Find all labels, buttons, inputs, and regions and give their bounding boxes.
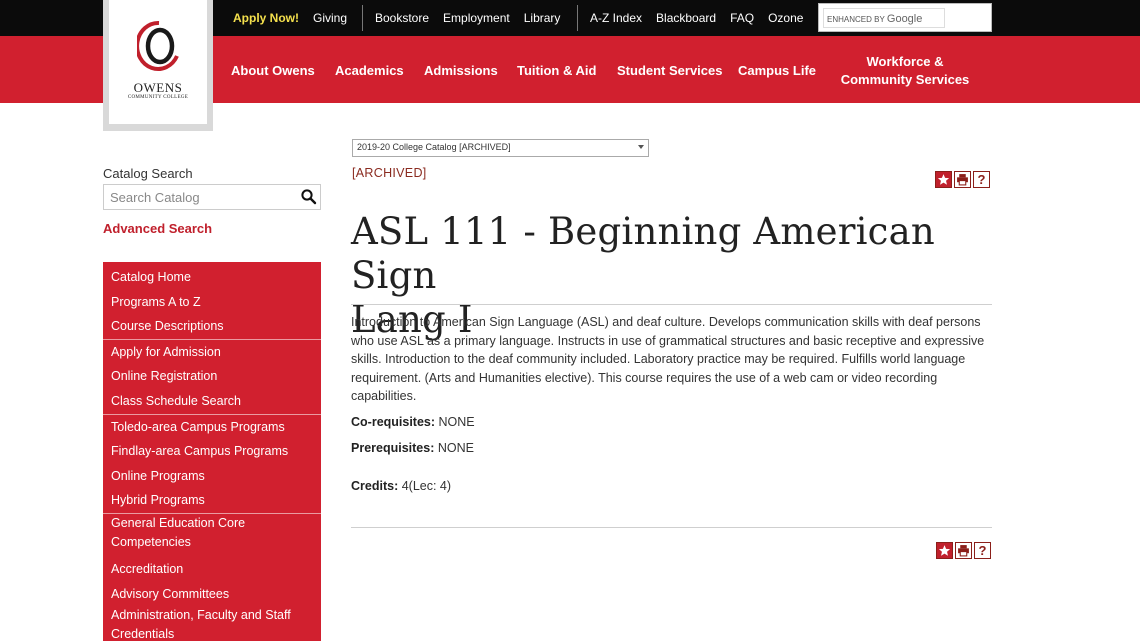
credits: Credits: 4(Lec: 4): [351, 479, 451, 493]
nav-workforce[interactable]: Workforce & Community Services: [840, 53, 970, 89]
prerequisites: Prerequisites: NONE: [351, 441, 474, 455]
nav-student-services[interactable]: Student Services: [617, 63, 723, 78]
sidebar-menu-item-label: Toledo-area Campus Programs: [111, 419, 285, 434]
apply-now-link[interactable]: Apply Now!: [233, 11, 299, 25]
site-search-input[interactable]: ENHANCED BY Google: [823, 8, 945, 28]
catalog-search-input[interactable]: [104, 185, 294, 209]
corequisites-label: Co-requisites:: [351, 415, 436, 429]
course-tools-bottom: ?: [934, 542, 991, 559]
sidebar-menu-item[interactable]: Toledo-area Campus Programs: [103, 415, 321, 440]
library-link[interactable]: Library: [524, 11, 561, 25]
top-links-group-3: A-Z Index Blackboard FAQ Ozone: [590, 0, 817, 36]
owens-o-emblem-icon: [137, 20, 179, 71]
sidebar-menu-item-label: Competencies: [111, 534, 191, 549]
help-glyph: ?: [977, 172, 986, 187]
enhanced-by-label: ENHANCED BY: [827, 15, 885, 24]
sidebar-menu-item[interactable]: Course Descriptions: [103, 314, 321, 339]
help-icon[interactable]: ?: [974, 542, 991, 559]
sidebar-menu-item-label: Class Schedule Search: [111, 393, 241, 408]
employment-link[interactable]: Employment: [443, 11, 510, 25]
help-icon[interactable]: ?: [973, 171, 990, 188]
bookstore-link[interactable]: Bookstore: [375, 11, 429, 25]
nav-workforce-line2: Community Services: [840, 72, 970, 87]
catalog-select-value: 2019-20 College Catalog [ARCHIVED]: [357, 142, 511, 152]
logo-name: OWENS: [133, 80, 183, 95]
sidebar-menu-item[interactable]: Hybrid Programs: [103, 488, 321, 513]
sidebar-menu-item-label: General Education Core: [111, 515, 246, 530]
nav-admissions[interactable]: Admissions: [424, 63, 498, 78]
nav-tuition-aid[interactable]: Tuition & Aid: [517, 63, 596, 78]
sidebar-menu-item-label: Accreditation: [111, 561, 184, 576]
corequisites-value: NONE: [435, 415, 475, 429]
google-label: Google: [886, 13, 923, 25]
top-links-group-1: Apply Now! Giving: [233, 0, 361, 36]
sidebar-menu-item-label: Catalog Home: [111, 270, 191, 284]
sidebar-menu-item-label: Course Descriptions: [111, 319, 224, 334]
nav-academics[interactable]: Academics: [335, 63, 404, 78]
favorite-star-icon[interactable]: [935, 171, 952, 188]
prerequisites-label: Prerequisites:: [351, 441, 435, 455]
sidebar-menu-item[interactable]: Apply for Admission: [103, 340, 321, 365]
catalog-side-menu: Catalog Home Programs A to Z Course Descri…: [103, 262, 321, 641]
az-index-link[interactable]: A-Z Index: [590, 11, 642, 25]
sidebar-menu-item-label: Findlay-area Campus Programs: [111, 444, 289, 459]
credits-label: Credits:: [351, 479, 399, 493]
course-tools-top: ?: [933, 171, 990, 188]
course-title-line1: ASL 111 - Beginning American Sign: [351, 210, 935, 297]
sidebar-menu-item[interactable]: Programs A to Z: [103, 290, 321, 315]
divider: [351, 527, 992, 528]
faq-link[interactable]: FAQ: [730, 11, 754, 25]
nav-campus-life[interactable]: Campus Life: [738, 63, 816, 78]
print-icon[interactable]: [954, 171, 971, 188]
sidebar-menu-item-label: Administration, Faculty and Staff: [111, 608, 291, 623]
credits-value: 4(Lec: 4): [398, 479, 452, 493]
advanced-search-link[interactable]: Advanced Search: [103, 221, 212, 236]
sidebar-menu-item-label: Hybrid Programs: [111, 493, 205, 508]
search-icon[interactable]: [300, 188, 318, 206]
prerequisites-value: NONE: [434, 441, 474, 455]
corequisites: Co-requisites: NONE: [351, 415, 475, 429]
ozone-link[interactable]: Ozone: [768, 11, 803, 25]
sidebar-menu-item-label: Advisory Committees: [111, 586, 230, 601]
archived-label: [ARCHIVED]: [352, 166, 427, 180]
site-search-box[interactable]: ENHANCED BY Google: [818, 3, 992, 32]
sidebar-menu-item-label: Online Programs: [111, 468, 205, 483]
print-icon[interactable]: [955, 542, 972, 559]
sidebar-menu-item[interactable]: Online Registration: [103, 364, 321, 389]
sidebar-menu-item[interactable]: Findlay-area Campus Programs: [103, 439, 321, 464]
sidebar-menu-item[interactable]: Online Programs: [103, 464, 321, 489]
top-divider: [577, 5, 578, 31]
sidebar-menu-item[interactable]: Administration, Faculty and Staff Credent…: [103, 606, 321, 641]
sidebar-menu-item-label: Credentials: [111, 627, 175, 641]
chevron-down-icon: [638, 145, 644, 149]
nav-about-owens[interactable]: About Owens: [231, 63, 315, 78]
catalog-version-select[interactable]: 2019-20 College Catalog [ARCHIVED]: [352, 139, 649, 157]
sidebar-menu-item[interactable]: Advisory Committees: [103, 582, 321, 607]
favorite-star-icon[interactable]: [936, 542, 953, 559]
sidebar-menu-item-label: Online Registration: [111, 369, 218, 384]
help-glyph: ?: [978, 543, 987, 558]
catalog-search-box: [103, 184, 321, 210]
course-description: Introduction to American Sign Language (…: [351, 315, 985, 404]
top-divider: [362, 5, 363, 31]
giving-link[interactable]: Giving: [313, 11, 347, 25]
sidebar-menu-item-label: Programs A to Z: [111, 294, 201, 309]
logo-panel: OWENS COMMUNITY COLLEGE: [109, 0, 207, 124]
divider: [351, 304, 992, 305]
logo[interactable]: OWENS COMMUNITY COLLEGE: [103, 0, 213, 131]
nav-workforce-line1: Workforce &: [866, 54, 944, 69]
blackboard-link[interactable]: Blackboard: [656, 11, 716, 25]
sidebar-menu-item[interactable]: General Education Core Competencies: [103, 514, 321, 557]
sidebar-menu-item[interactable]: Catalog Home: [103, 265, 321, 290]
logo-subtitle: COMMUNITY COLLEGE: [127, 95, 189, 100]
sidebar-menu-item[interactable]: Accreditation: [103, 557, 321, 582]
sidebar-menu-item-label: Apply for Admission: [111, 344, 221, 359]
catalog-search-label: Catalog Search: [103, 166, 193, 181]
sidebar-menu-item[interactable]: Class Schedule Search: [103, 389, 321, 414]
top-links-group-2: Bookstore Employment Library: [375, 0, 574, 36]
